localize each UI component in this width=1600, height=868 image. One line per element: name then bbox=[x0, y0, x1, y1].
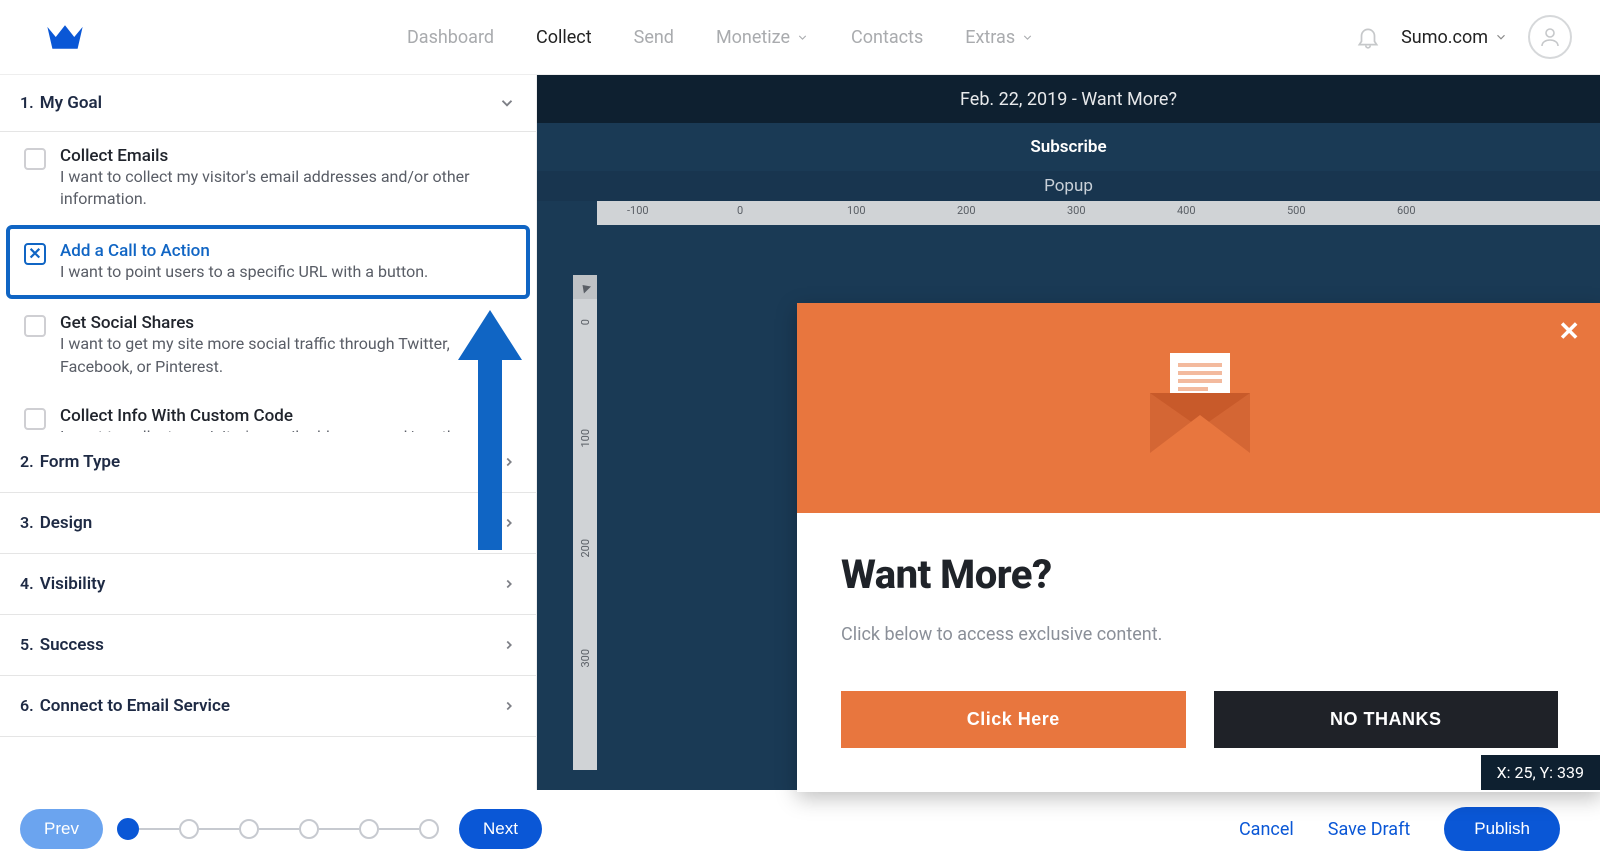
chevron-down-icon bbox=[1021, 31, 1034, 44]
goal-desc: I want to point users to a specific URL … bbox=[60, 261, 428, 283]
section-num: 1. bbox=[20, 93, 34, 112]
envelope-icon bbox=[1140, 353, 1260, 463]
nav-right: Sumo.com bbox=[1355, 15, 1572, 59]
chevron-down-icon bbox=[796, 31, 809, 44]
bell-icon[interactable] bbox=[1355, 24, 1381, 50]
chevron-right-icon bbox=[502, 699, 516, 713]
preview-area: Feb. 22, 2019 - Want More? Subscribe Pop… bbox=[537, 75, 1600, 790]
prev-button[interactable]: Prev bbox=[20, 809, 103, 849]
popup-preview[interactable]: ✕ Want More? Click below bbox=[797, 303, 1600, 792]
user-icon bbox=[1538, 25, 1562, 49]
top-nav: Dashboard Collect Send Monetize Contacts Ext… bbox=[0, 0, 1600, 75]
nav-item-dashboard[interactable]: Dashboard bbox=[407, 27, 494, 48]
section-title: My Goal bbox=[40, 93, 102, 113]
chevron-right-icon bbox=[502, 577, 516, 591]
preview-tab[interactable]: Popup bbox=[537, 171, 1600, 201]
preview-subtitle[interactable]: Subscribe bbox=[537, 123, 1600, 171]
accordion-section[interactable]: 5.Success bbox=[0, 615, 536, 676]
nav-center: Dashboard Collect Send Monetize Contacts Ext… bbox=[86, 27, 1355, 48]
avatar[interactable] bbox=[1528, 15, 1572, 59]
goal-option[interactable]: Collect Info With Custom CodeI want to c… bbox=[0, 392, 536, 432]
footer: Prev Next Cancel Save Draft Publish bbox=[0, 790, 1600, 868]
accordion-section-my-goal[interactable]: 1. My Goal bbox=[0, 75, 536, 132]
popup-hero: ✕ bbox=[797, 303, 1600, 513]
popup-heading[interactable]: Want More? bbox=[841, 551, 1558, 598]
step-dot[interactable] bbox=[117, 818, 139, 840]
next-button[interactable]: Next bbox=[459, 809, 542, 849]
chevron-right-icon bbox=[502, 516, 516, 530]
cancel-button[interactable]: Cancel bbox=[1239, 819, 1294, 840]
goal-title: Add a Call to Action bbox=[60, 241, 428, 261]
chevron-right-icon bbox=[502, 455, 516, 469]
close-icon[interactable]: ✕ bbox=[1558, 317, 1580, 347]
step-dot[interactable] bbox=[179, 819, 199, 839]
accordion-section[interactable]: 4.Visibility bbox=[0, 554, 536, 615]
publish-button[interactable]: Publish bbox=[1444, 807, 1560, 851]
xy-coords: X: 25, Y: 339 bbox=[1481, 755, 1600, 790]
popup-cta-button[interactable]: Click Here bbox=[841, 691, 1186, 748]
canvas: -1000100200300400500600 bbox=[573, 201, 1600, 225]
goal-option[interactable]: Collect EmailsI want to collect my visit… bbox=[0, 132, 536, 225]
ruler-vertical: 0100200300 bbox=[573, 299, 597, 770]
popup-buttons: Click Here NO THANKS bbox=[841, 691, 1558, 748]
nav-item-extras[interactable]: Extras bbox=[965, 27, 1034, 48]
step-dot[interactable] bbox=[419, 819, 439, 839]
popup-para[interactable]: Click below to access exclusive content. bbox=[841, 624, 1558, 645]
sidebar: 1.My Goal Collect EmailsI want to collec… bbox=[0, 75, 537, 790]
goal-title: Get Social Shares bbox=[60, 313, 512, 333]
goal-desc: I want to get my site more social traffi… bbox=[60, 333, 512, 378]
goal-option[interactable]: Get Social SharesI want to get my site m… bbox=[0, 299, 536, 392]
stepper bbox=[117, 818, 439, 840]
chevron-right-icon bbox=[502, 638, 516, 652]
site-dropdown[interactable]: Sumo.com bbox=[1401, 27, 1508, 48]
nav-item-send[interactable]: Send bbox=[634, 27, 674, 48]
save-draft-button[interactable]: Save Draft bbox=[1328, 819, 1410, 840]
nav-item-monetize[interactable]: Monetize bbox=[716, 27, 809, 48]
site-name: Sumo.com bbox=[1401, 27, 1488, 48]
goal-title: Collect Emails bbox=[60, 146, 512, 166]
crown-logo-icon bbox=[44, 21, 86, 53]
step-dot[interactable] bbox=[299, 819, 319, 839]
ruler-corner bbox=[573, 275, 597, 299]
goal-list: Collect EmailsI want to collect my visit… bbox=[0, 132, 536, 432]
preview-title: Feb. 22, 2019 - Want More? bbox=[537, 75, 1600, 123]
goal-title: Collect Info With Custom Code bbox=[60, 406, 512, 426]
nav-item-contacts[interactable]: Contacts bbox=[851, 27, 923, 48]
goal-option[interactable]: ✕ Add a Call to ActionI want to point use… bbox=[6, 225, 530, 299]
accordion-section[interactable]: 2.Form Type bbox=[0, 432, 536, 493]
step-dot[interactable] bbox=[359, 819, 379, 839]
goal-desc: I want to collect my visitor's email add… bbox=[60, 166, 512, 211]
nav-item-collect[interactable]: Collect bbox=[536, 27, 592, 48]
checkbox[interactable] bbox=[24, 315, 46, 337]
popup-decline-button[interactable]: NO THANKS bbox=[1214, 691, 1559, 748]
main: 1.My Goal Collect EmailsI want to collec… bbox=[0, 75, 1600, 790]
checkbox[interactable] bbox=[24, 148, 46, 170]
ruler-horizontal: -1000100200300400500600 bbox=[597, 201, 1600, 225]
chevron-down-icon bbox=[1494, 30, 1508, 44]
checkbox[interactable]: ✕ bbox=[24, 243, 46, 265]
goal-desc: I want to collect my visitor's email add… bbox=[60, 426, 512, 432]
checkbox[interactable] bbox=[24, 408, 46, 430]
accordion-section[interactable]: 3.Design bbox=[0, 493, 536, 554]
step-dot[interactable] bbox=[239, 819, 259, 839]
accordion-section[interactable]: 6.Connect to Email Service bbox=[0, 676, 536, 737]
chevron-down-icon bbox=[498, 94, 516, 112]
popup-body: Want More? Click below to access exclusi… bbox=[797, 513, 1600, 792]
